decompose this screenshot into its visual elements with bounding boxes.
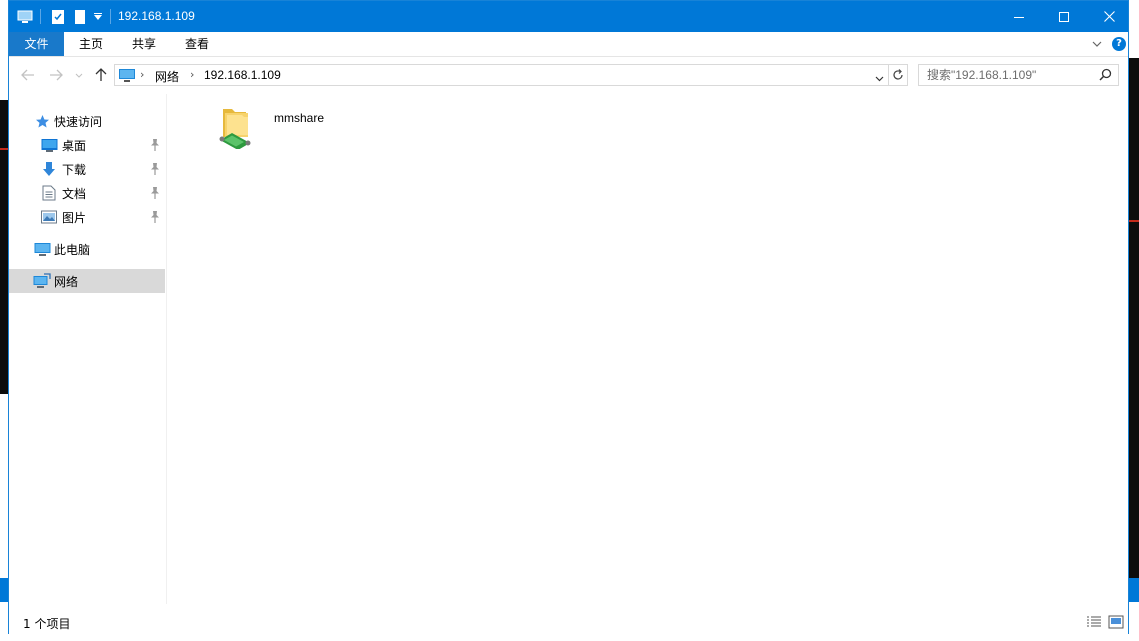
search-box[interactable] — [918, 64, 1119, 86]
tab-view[interactable]: 查看 — [172, 32, 222, 56]
refresh-icon — [893, 69, 903, 80]
breadcrumb-network[interactable]: 网络 — [155, 68, 179, 85]
nav-item-documents[interactable]: 文档 — [9, 181, 165, 205]
refresh-button[interactable] — [889, 64, 908, 86]
list-item[interactable]: mmshare — [218, 99, 348, 150]
customize-toolbar-chevron-icon[interactable] — [91, 7, 105, 27]
breadcrumb-separator-icon: › — [190, 68, 195, 81]
nav-item-quick-access[interactable]: 快速访问 — [9, 109, 165, 133]
file-explorer-window: 192.168.1.109 文件 主页 共享 查看 ? › 网络 › 192.1… — [8, 0, 1129, 634]
search-icon[interactable] — [1099, 68, 1112, 84]
title-bar: 192.168.1.109 — [9, 1, 1128, 32]
details-view-icon[interactable] — [1085, 614, 1103, 630]
nav-label-pictures: 图片 — [62, 211, 87, 225]
pin-icon[interactable] — [149, 138, 161, 152]
forward-arrow-icon[interactable] — [47, 66, 65, 84]
nav-label-documents: 文档 — [62, 187, 87, 201]
network-computer-icon — [118, 67, 136, 86]
nav-item-desktop[interactable]: 桌面 — [9, 133, 165, 157]
address-bar[interactable]: › 网络 › 192.168.1.109 — [114, 64, 889, 86]
list-item-label: mmshare — [274, 111, 325, 125]
pin-icon[interactable] — [149, 210, 161, 224]
nav-item-pictures[interactable]: 图片 — [9, 205, 165, 229]
properties-icon[interactable] — [48, 7, 68, 27]
new-folder-icon[interactable] — [70, 7, 90, 27]
close-button[interactable] — [1086, 1, 1132, 32]
nav-label-desktop: 桌面 — [62, 139, 87, 153]
star-icon — [33, 112, 51, 130]
recent-locations-chevron-icon[interactable] — [73, 66, 85, 84]
window-title: 192.168.1.109 — [118, 9, 195, 23]
pictures-icon — [40, 208, 58, 226]
nav-label-network: 网络 — [54, 275, 79, 289]
nav-item-network[interactable]: 网络 — [9, 269, 165, 293]
nav-item-downloads[interactable]: 下载 — [9, 157, 165, 181]
tab-file[interactable]: 文件 — [9, 32, 64, 56]
breadcrumb-separator-icon: › — [140, 68, 145, 81]
computer-icon — [33, 240, 51, 258]
tab-share[interactable]: 共享 — [119, 32, 169, 56]
address-dropdown-chevron-icon[interactable] — [875, 71, 884, 85]
item-count: 1 个项目 — [23, 617, 71, 631]
breadcrumb-host[interactable]: 192.168.1.109 — [204, 68, 281, 82]
status-bar: 1 个项目 — [9, 610, 1128, 634]
nav-label-this-pc: 此电脑 — [54, 243, 91, 257]
up-arrow-icon[interactable] — [92, 66, 110, 84]
help-icon[interactable]: ? — [1112, 37, 1126, 51]
document-icon — [40, 184, 58, 202]
nav-label-quick-access: 快速访问 — [54, 115, 103, 129]
large-icons-view-icon[interactable] — [1107, 614, 1125, 630]
content-pane: mmshare — [168, 94, 1128, 604]
nav-item-this-pc[interactable]: 此电脑 — [9, 237, 165, 261]
nav-label-downloads: 下载 — [62, 163, 87, 177]
network-icon — [33, 272, 51, 290]
navigation-pane: 快速访问 桌面 下载 文档 图片 此电脑 网络 — [9, 94, 167, 604]
computer-icon[interactable] — [15, 7, 35, 27]
download-icon — [40, 160, 58, 178]
expand-ribbon-chevron-icon[interactable] — [1091, 38, 1103, 50]
back-arrow-icon[interactable] — [19, 66, 37, 84]
minimize-button[interactable] — [996, 1, 1042, 32]
network-folder-icon — [218, 99, 258, 150]
pin-icon[interactable] — [149, 186, 161, 200]
desktop-icon — [40, 136, 58, 154]
address-row: › 网络 › 192.168.1.109 — [9, 58, 1128, 94]
pin-icon[interactable] — [149, 162, 161, 176]
tab-home[interactable]: 主页 — [66, 32, 116, 56]
maximize-button[interactable] — [1041, 1, 1087, 32]
ribbon: 文件 主页 共享 查看 ? — [9, 32, 1128, 57]
search-input[interactable] — [927, 67, 1095, 83]
